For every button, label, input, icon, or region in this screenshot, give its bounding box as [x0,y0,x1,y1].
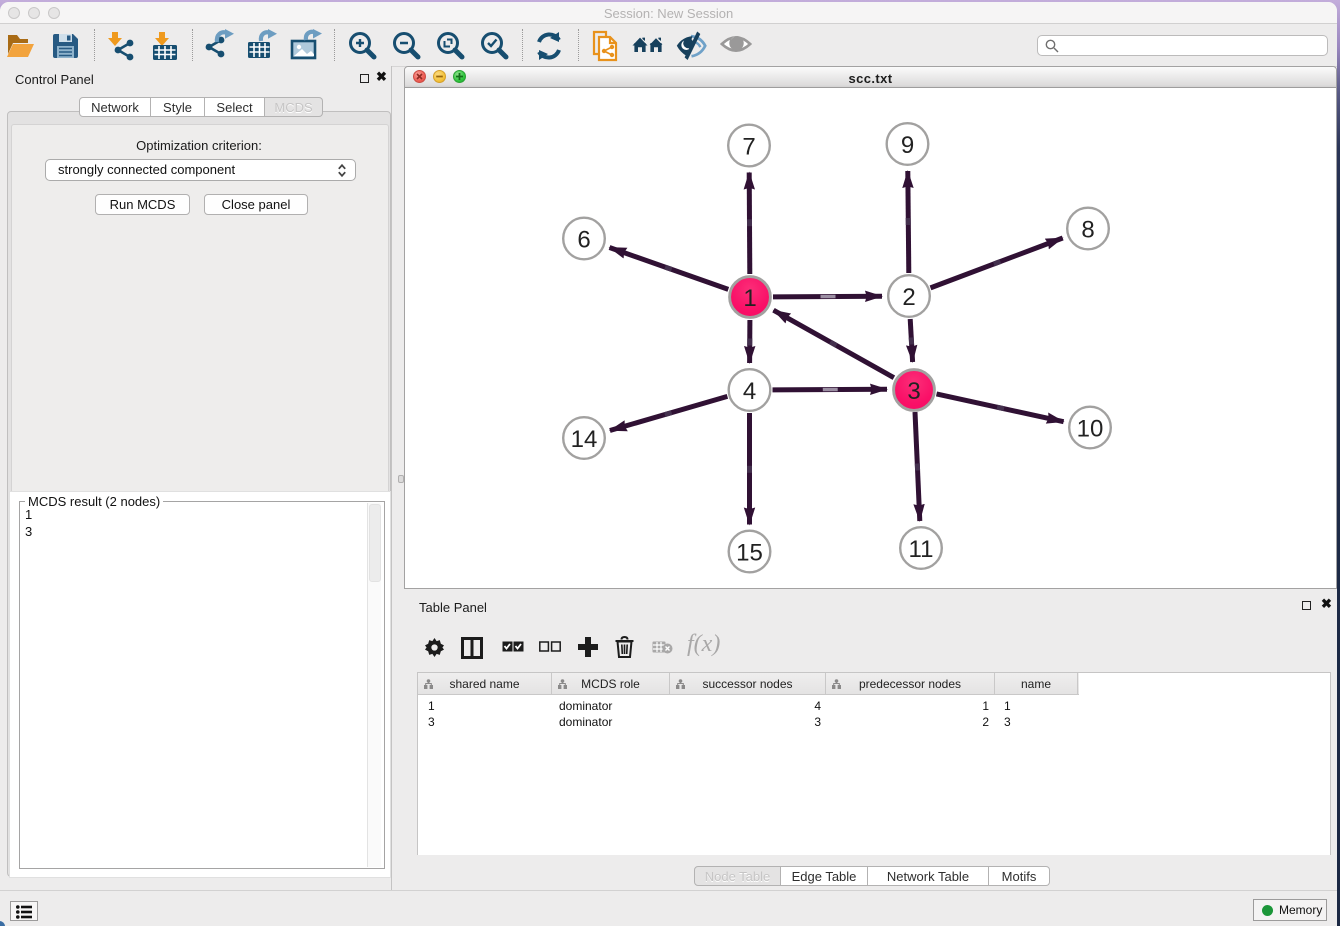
svg-text:14: 14 [571,426,598,453]
svg-text:9: 9 [901,132,914,159]
svg-text:6: 6 [577,227,590,254]
svg-text:3: 3 [907,378,920,405]
svg-text:15: 15 [736,540,763,567]
svg-text:7: 7 [742,134,755,161]
svg-text:10: 10 [1077,416,1104,443]
svg-text:8: 8 [1081,217,1094,244]
svg-text:1: 1 [743,285,756,312]
svg-text:11: 11 [909,536,934,563]
svg-text:4: 4 [743,378,756,405]
svg-text:2: 2 [902,284,915,311]
